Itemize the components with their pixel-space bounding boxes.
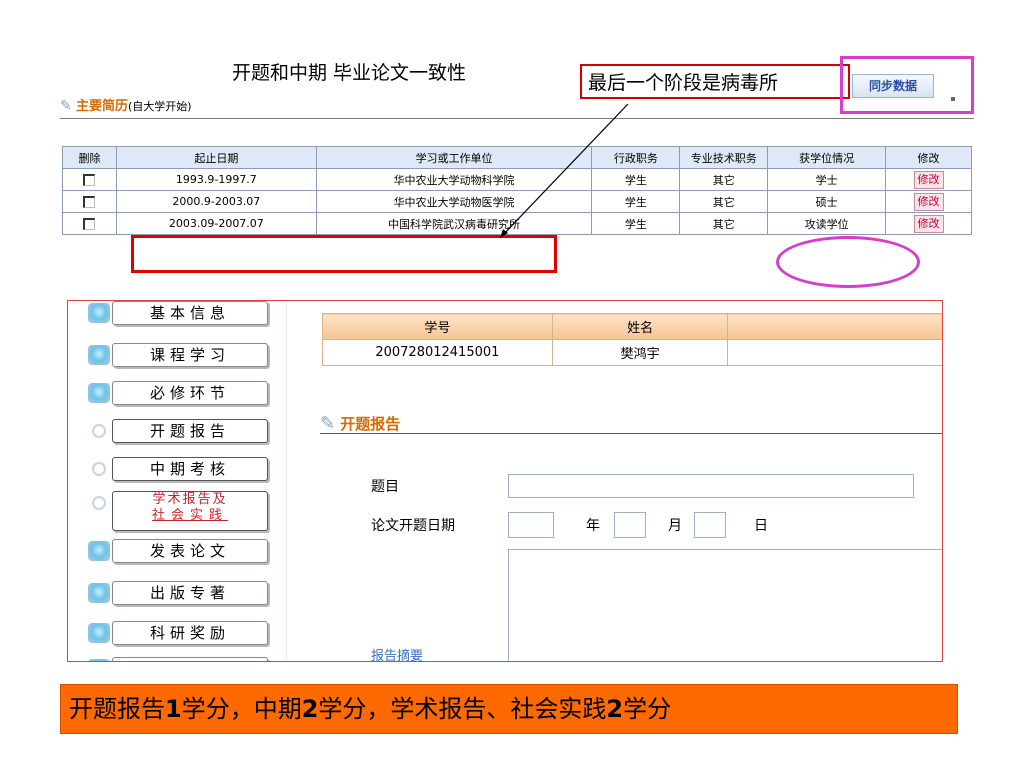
menu-research-awards[interactable]: 科研奖励 xyxy=(88,621,272,645)
month-input[interactable] xyxy=(614,512,646,538)
embedded-screenshot: 基本信息 课程学习 必修环节 开题报告 中期考核 学术报告及 社会实践 发表论文 … xyxy=(67,300,943,662)
form-divider xyxy=(320,433,942,434)
day-label: 日 xyxy=(754,518,768,534)
radio-dot-icon xyxy=(94,426,104,436)
menu-icon xyxy=(88,345,110,365)
menu-icon xyxy=(88,623,110,643)
student-table: 学号 姓名 200728012415001 樊鸿宇 xyxy=(322,313,942,366)
topic-label: 题目 xyxy=(371,479,399,495)
credit-summary-banner: 开题报告1学分，中期2学分，学术报告、社会实践2学分 xyxy=(60,684,958,734)
menu-publications[interactable]: 发表论文 xyxy=(88,539,272,563)
menu-required-sections[interactable]: 必修环节 xyxy=(88,381,272,405)
menu-monographs[interactable]: 出版专著 xyxy=(88,581,272,605)
abstract-textarea[interactable] xyxy=(508,549,942,661)
menu-icon xyxy=(88,303,110,323)
menu-midterm-review[interactable]: 中期考核 xyxy=(88,457,272,481)
menu-proposal-report[interactable]: 开题报告 xyxy=(88,419,272,443)
radio-dot-icon xyxy=(94,498,104,508)
menu-academic-report-label: 学术报告及 xyxy=(152,492,228,507)
student-id: 200728012415001 xyxy=(322,339,553,366)
menu-basic-info[interactable]: 基本信息 xyxy=(88,301,272,325)
panel-divider xyxy=(286,301,287,661)
col-student-name: 姓名 xyxy=(551,313,729,340)
form-title: 开题报告 xyxy=(340,415,401,433)
radio-dot-icon xyxy=(94,464,104,474)
abstract-label: 报告摘要 xyxy=(371,649,424,662)
month-label: 月 xyxy=(668,518,682,534)
topic-input[interactable] xyxy=(508,474,914,498)
col-student-id: 学号 xyxy=(322,313,553,340)
menu-course-study[interactable]: 课程学习 xyxy=(88,343,272,367)
menu-icon xyxy=(88,383,110,403)
menu-next-item[interactable] xyxy=(88,657,272,661)
menu-icon xyxy=(88,659,110,661)
menu-icon xyxy=(88,541,110,561)
pencil-icon: ✎ xyxy=(320,413,336,434)
student-name: 樊鸿宇 xyxy=(551,339,729,366)
form-header: ✎ 开题报告 xyxy=(320,413,400,434)
year-label: 年 xyxy=(586,518,600,534)
menu-academic-report-practice[interactable]: 学术报告及 社会实践 xyxy=(88,491,272,531)
menu-social-practice-label: 社会实践 xyxy=(151,508,228,523)
proposal-date-label: 论文开题日期 xyxy=(371,518,455,534)
menu-icon xyxy=(88,583,110,603)
year-input[interactable] xyxy=(508,512,554,538)
student-header-row: 学号 姓名 xyxy=(322,313,942,340)
student-row: 200728012415001 樊鸿宇 xyxy=(322,339,942,366)
day-input[interactable] xyxy=(694,512,726,538)
